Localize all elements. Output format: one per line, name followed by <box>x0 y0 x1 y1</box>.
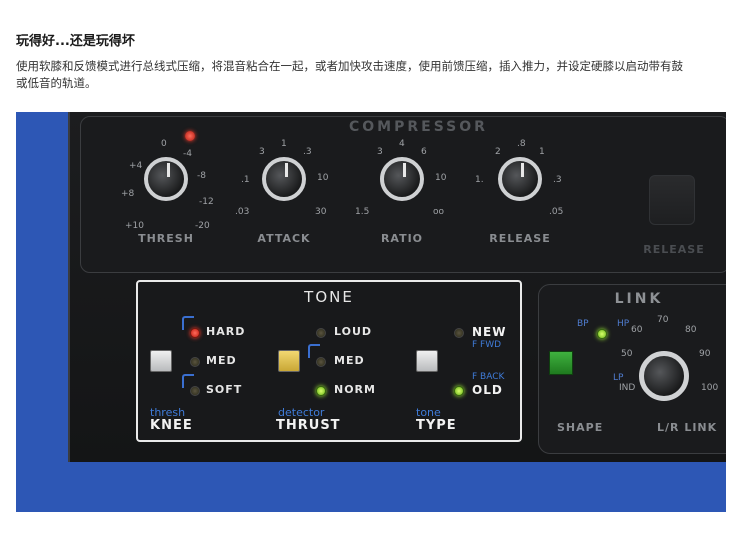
knee-hard-led <box>190 328 200 338</box>
release-scale-0: 2 <box>495 147 501 157</box>
shape-label: SHAPE <box>557 421 604 434</box>
thrust-bracket <box>308 344 320 358</box>
knee-button[interactable] <box>150 350 172 372</box>
release-shape-button[interactable] <box>649 175 695 225</box>
thrust-loud-led <box>316 328 326 338</box>
thresh-knob-pointer <box>167 163 170 177</box>
link-scale-50: 50 <box>621 349 633 359</box>
type-new-label: NEW <box>472 325 507 339</box>
attack-knob[interactable] <box>262 157 306 201</box>
release-scale-4: .3 <box>553 175 562 185</box>
release-label: RELEASE <box>489 232 551 245</box>
thresh-knob[interactable] <box>144 157 188 201</box>
release-scale-5: .05 <box>549 207 564 217</box>
lr-link-knob[interactable] <box>639 351 689 401</box>
knee-med-led <box>190 357 200 367</box>
attack-scale-0: 3 <box>259 147 265 157</box>
attack-knob-group: 3 1 .3 10 .1 30 .03 ATTACK <box>229 117 339 247</box>
shape-button[interactable] <box>549 351 573 375</box>
link-lp-label: LP <box>613 373 624 383</box>
thrust-button[interactable] <box>278 350 300 372</box>
thresh-scale-6: +10 <box>125 221 144 231</box>
knee-med-label: MED <box>206 354 237 367</box>
tone-section: TONE HARD MED SOFT thresh KNEE LOUD MED … <box>136 280 522 442</box>
thrust-norm-label: NORM <box>334 383 376 396</box>
thresh-scale-3: -8 <box>197 171 206 181</box>
attack-label: ATTACK <box>257 232 311 245</box>
lr-link-label: L/R LINK <box>657 421 718 434</box>
attack-scale-6: .03 <box>235 207 250 217</box>
release-scale-2: 1 <box>539 147 545 157</box>
article-description: 使用软膝和反馈模式进行总线式压缩，将混音粘合在一起，或者加快攻击速度，使用前馈压… <box>16 59 683 90</box>
thresh-knob-group: 0 -4 +4 -8 +8 -12 +10 -20 THRESH <box>111 117 221 247</box>
thrust-med-led <box>316 357 326 367</box>
link-section: LINK BP HP LP 70 60 80 50 90 IND 100 SHA… <box>538 284 726 454</box>
ratio-knob-pointer <box>403 163 406 177</box>
attack-scale-3: 10 <box>317 173 329 183</box>
ratio-scale-2: 6 <box>421 147 427 157</box>
tone-title: TONE <box>304 288 354 306</box>
ratio-knob-group: 3 4 6 10 1.5 oo RATIO <box>347 117 457 247</box>
knee-soft-label: SOFT <box>206 383 243 396</box>
thresh-label: THRESH <box>138 232 194 245</box>
link-scale-70: 70 <box>657 315 669 325</box>
thrust-norm-led <box>316 386 326 396</box>
link-scale-90: 90 <box>699 349 711 359</box>
type-label: TYPE <box>416 418 457 433</box>
type-button[interactable] <box>416 350 438 372</box>
attack-scale-2: .3 <box>303 147 312 157</box>
release-shape-label: RELEASE <box>643 243 705 256</box>
attack-scale-5: 30 <box>315 207 327 217</box>
release-knob[interactable] <box>498 157 542 201</box>
attack-knob-pointer <box>285 163 288 177</box>
thresh-scale-7: -20 <box>195 221 210 231</box>
type-new-led <box>454 328 464 338</box>
thresh-scale-0: 0 <box>161 139 167 149</box>
thresh-scale-5: -12 <box>199 197 214 207</box>
thrust-med-label: MED <box>334 354 365 367</box>
type-ffwd-label: F FWD <box>472 340 502 350</box>
type-old-led <box>454 386 464 396</box>
type-old-label: OLD <box>472 383 503 397</box>
link-title: LINK <box>614 291 664 307</box>
thresh-scale-4: +8 <box>121 189 135 199</box>
link-filter-led <box>597 329 607 339</box>
thresh-scale-2: +4 <box>129 161 143 171</box>
ratio-scale-3: 10 <box>435 173 447 183</box>
ratio-label: RATIO <box>380 232 424 245</box>
link-scale-ind: IND <box>619 383 636 393</box>
release-knob-pointer <box>521 163 524 177</box>
ratio-scale-1: 4 <box>399 139 405 149</box>
link-scale-60: 60 <box>631 325 643 335</box>
knee-hard-label: HARD <box>206 325 246 338</box>
attack-scale-1: 1 <box>281 139 287 149</box>
compressor-section: COMPRESSOR 0 -4 +4 -8 +8 -12 +10 -20 THR… <box>80 116 726 273</box>
release-knob-group: 2 .8 1 1. .3 .05 RELEASE <box>465 117 575 247</box>
link-hp-label: HP <box>617 319 630 329</box>
release-shape-area: RELEASE <box>629 167 719 256</box>
knee-label: KNEE <box>150 418 193 433</box>
link-scale-80: 80 <box>685 325 697 335</box>
knee-soft-led <box>190 386 200 396</box>
article-heading: 玩得好...还是玩得坏 <box>16 34 135 49</box>
link-bp-label: BP <box>577 319 589 329</box>
thresh-scale-1: -4 <box>183 149 192 159</box>
attack-scale-4: .1 <box>241 175 250 185</box>
thrust-label: THRUST <box>276 418 341 433</box>
release-scale-1: .8 <box>517 139 526 149</box>
ratio-scale-5: oo <box>433 207 445 217</box>
ratio-scale-4: 1.5 <box>355 207 370 217</box>
compressor-plugin: COMPRESSOR 0 -4 +4 -8 +8 -12 +10 -20 THR… <box>68 112 726 462</box>
plugin-screenshot: COMPRESSOR 0 -4 +4 -8 +8 -12 +10 -20 THR… <box>16 112 726 512</box>
release-scale-3: 1. <box>475 175 484 185</box>
ratio-scale-0: 3 <box>377 147 383 157</box>
type-fback-label: F BACK <box>472 372 505 382</box>
link-scale-100: 100 <box>701 383 719 393</box>
background-blue-bottom <box>68 462 726 512</box>
thrust-loud-label: LOUD <box>334 325 373 338</box>
ratio-knob[interactable] <box>380 157 424 201</box>
